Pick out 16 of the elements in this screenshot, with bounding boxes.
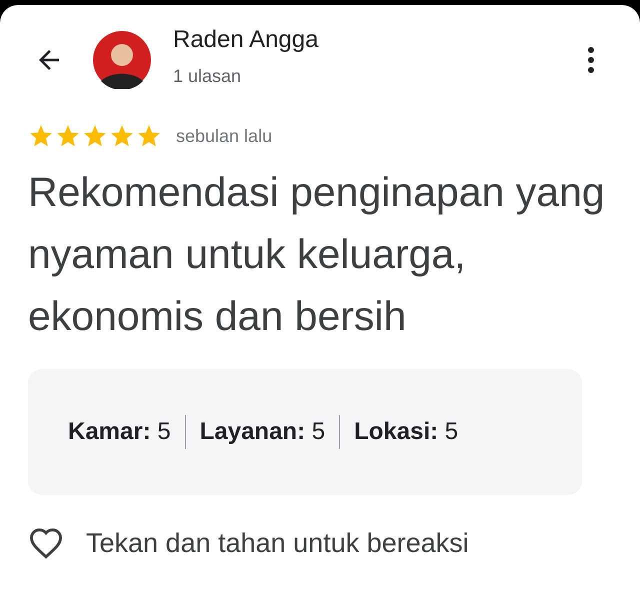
- star-icon: [82, 123, 108, 149]
- star-icon: [28, 123, 54, 149]
- review-text: Rekomendasi penginapan yang nyaman untuk keluarga, ekonomis dan bersih: [28, 168, 606, 341]
- star-icon: [136, 123, 162, 149]
- more-options-icon[interactable]: [587, 46, 595, 74]
- star-icon: [55, 123, 81, 149]
- reviewer-name[interactable]: Raden Angga: [173, 26, 587, 54]
- rating-item: Kamar: 5: [68, 418, 171, 446]
- review-count: 1 ulasan: [173, 66, 242, 86]
- rating-item: Lokasi: 5: [354, 418, 458, 446]
- avatar: [93, 31, 151, 89]
- star-icon: [109, 123, 135, 149]
- rating-item: Layanan: 5: [200, 418, 326, 446]
- review-time: sebulan lalu: [176, 126, 272, 146]
- heart-icon[interactable]: [28, 527, 64, 559]
- reaction-hint[interactable]: Tekan dan tahan untuk bereaksi: [86, 528, 469, 558]
